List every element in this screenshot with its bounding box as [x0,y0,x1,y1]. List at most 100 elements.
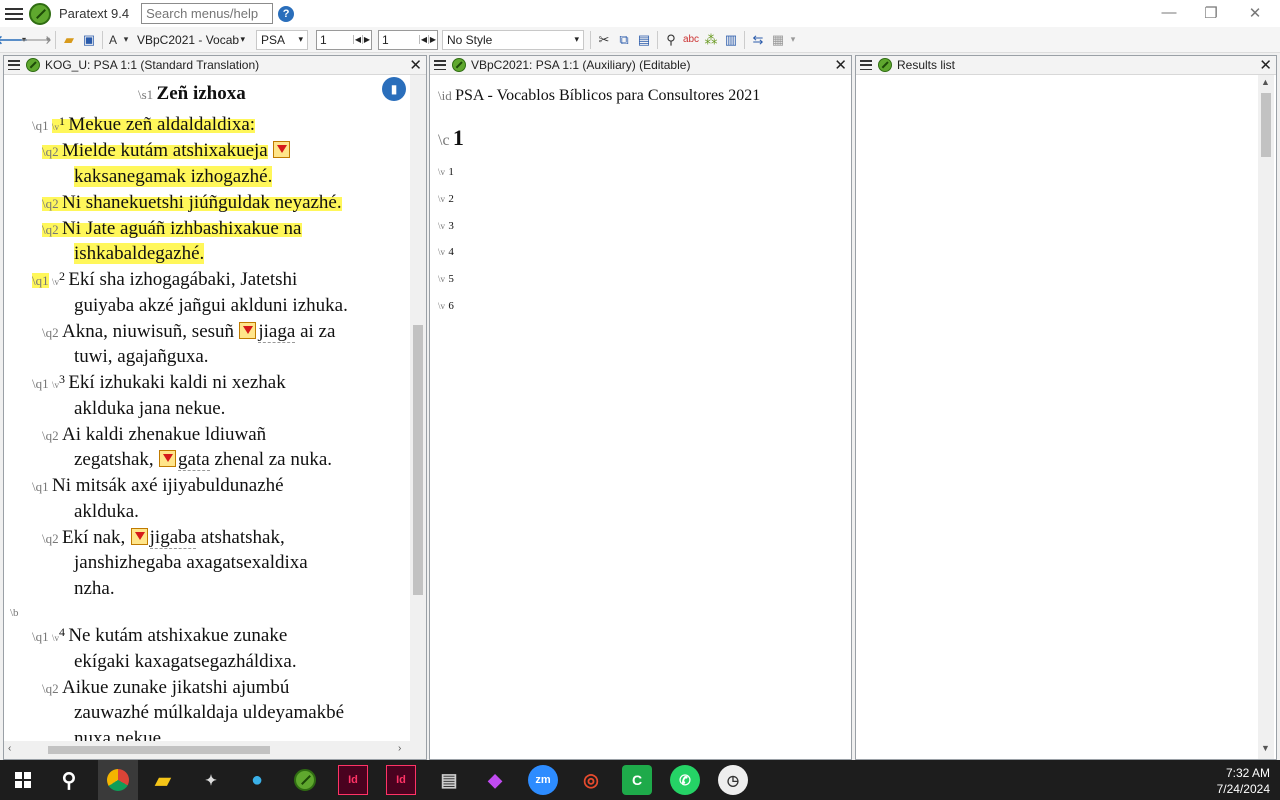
verse-line[interactable]: \q1 \v4 Ne kutám atshixakue zunake [32,625,287,647]
verse-line[interactable]: \v 3 [438,218,454,232]
note-flag-icon[interactable] [159,450,176,467]
verse-line[interactable]: \q2 Aikue zunake jikatshi ajumbú [42,677,289,699]
paratext-taskbar-icon[interactable] [290,765,320,795]
font-button[interactable]: A [106,30,120,50]
verse-line[interactable]: \q2 Ni shanekuetshi jiúñguldak neyazhé. [42,192,342,214]
chapter-line[interactable]: \c 1 [438,125,464,151]
blank-line-marker[interactable]: \b [10,605,19,619]
close-pane-button[interactable]: ✕ [834,56,847,74]
style-selector[interactable]: No Style ▾ [442,29,584,50]
file-explorer-icon[interactable]: ▰ [148,765,178,795]
chart-icon[interactable]: ▮ [382,77,406,101]
verse-line[interactable]: guiyaba akzé jañgui aklduni izhuka. [74,295,348,317]
verse-line[interactable]: \q1 \v2 Ekí sha izhogagábaki, Jatetshi [32,269,297,291]
close-window-button[interactable]: ✕ [1240,4,1270,22]
scrollbar-thumb[interactable] [48,746,270,754]
camtasia-icon[interactable]: C [622,765,652,795]
chapter-next-icon[interactable]: ▶ [362,35,371,44]
chapter-stepper[interactable]: 1 ◀ ▶ [316,29,372,50]
verse-line[interactable]: ekígaki kaxagatsegazháldixa. [74,651,297,673]
close-pane-button[interactable]: ✕ [409,56,422,74]
verse-line[interactable]: \v 5 [438,271,454,285]
font-dropdown-icon[interactable]: ▾ [120,30,132,50]
verse-line[interactable]: \q2 Ekí nak, jigaba atshatshak, [42,527,285,549]
app-icon[interactable]: ◆ [480,765,510,795]
verse-line[interactable]: \v 4 [438,244,454,258]
verse-line[interactable]: \q2 Akna, niuwisuñ, sesuñ jiaga ai za [42,321,335,343]
verse-stepper[interactable]: 1 ◀ ▶ [378,29,438,50]
book-icon[interactable]: ▤ [434,765,464,795]
verse-line[interactable]: \q2 Ai kaldi zhenakue ldiuwañ [42,424,266,446]
system-clock[interactable]: 7:32 AM 7/24/2024 [1217,765,1270,797]
note-flag-icon[interactable] [239,322,257,339]
verse-line[interactable]: \q1 \v1 Mekue zeñ aldaldaldixa: [32,114,256,136]
parallel-view-icon[interactable]: ▥ [721,32,741,48]
app-icon[interactable]: ✦ [196,765,226,795]
indesign-icon[interactable]: Id [338,765,368,795]
search-menus-input[interactable] [141,3,274,24]
forward-dropdown-icon[interactable]: ▾ [44,30,52,50]
pane-menu-icon[interactable] [8,60,20,70]
verse-line[interactable]: aklduka. [74,501,139,523]
back-icon[interactable]: 🡐 [0,30,28,50]
toolbar-overflow-icon[interactable]: ▾ [788,30,798,50]
note-flag-icon[interactable] [273,141,291,158]
verse-line[interactable]: nzha. [74,578,115,600]
open-folder-icon[interactable]: ▰ [59,32,79,48]
copy-icon[interactable]: ⧉ [614,32,634,48]
search-icon[interactable]: ⚲ [54,765,84,795]
chapter-prev-icon[interactable]: ◀ [353,35,362,44]
book-selector[interactable]: PSA ▾ [256,29,308,50]
checks-icon[interactable]: ⁂ [701,32,721,48]
note-flag-icon[interactable] [130,528,148,545]
edge-icon[interactable]: ● [242,765,272,795]
verse-line[interactable]: nuxa nekue. [74,728,166,741]
scrollbar-thumb[interactable] [413,325,423,595]
zoom-icon[interactable]: zm [528,765,558,795]
scroll-down-icon[interactable]: ▼ [1261,743,1270,753]
verse-line[interactable]: janshizhegaba axagatsexaldixa [74,552,308,574]
clock-app-icon[interactable]: ◷ [718,765,748,795]
verse-line[interactable]: zauwazhé múlkaldaja uldeyamakbé [74,702,344,724]
verse-line[interactable]: \v 6 [438,298,454,312]
minimize-button[interactable]: — [1154,4,1184,21]
id-line[interactable]: \id PSA - Vocablos Bíblicos para Consult… [438,87,760,105]
vertical-scrollbar[interactable]: ▲ ▼ [1258,75,1274,759]
verse-line[interactable]: \q2 Ni Jate aguáñ izhbashixakue na [42,218,302,240]
vertical-scrollbar[interactable] [410,75,426,741]
cut-icon[interactable]: ✂ [594,32,614,48]
verse-line[interactable]: ishkabaldegazhé. [74,243,205,265]
horizontal-scrollbar[interactable]: ‹ › [4,741,426,759]
print-icon[interactable]: ▦ [768,32,788,48]
editor-area[interactable]: \id PSA - Vocablos Bíblicos para Consult… [430,75,851,759]
forward-icon[interactable]: 🡒 [20,30,52,50]
verse-line[interactable]: \v 2 [438,191,454,205]
editor-area[interactable]: \s1 Zeñ izhoxa ▮ \q1 \v1 Mekue zeñ aldal… [4,75,426,741]
project-selector[interactable]: VBpC2021 - Vocab ▾ [132,30,250,50]
restore-button[interactable]: ❐ [1196,4,1226,22]
verse-prev-icon[interactable]: ◀ [419,35,428,44]
verse-next-icon[interactable]: ▶ [428,35,437,44]
main-menu-icon[interactable] [3,5,25,23]
verse-line[interactable]: kaksanegamak izhogazhé. [74,166,273,188]
sync-icon[interactable]: ⇆ [748,32,768,48]
verse-line[interactable]: tuwi, agajañguxa. [74,346,209,368]
verse-line[interactable]: \q2 Mielde kutám atshixakueja [42,140,292,162]
verse-line[interactable]: \q1 Ni mitsák axé ijiyabuldunazhé [32,475,284,497]
app-icon[interactable]: ◎ [576,765,606,795]
scroll-up-icon[interactable]: ▲ [1261,77,1270,87]
pane-menu-icon[interactable] [860,60,872,70]
results-area[interactable]: ▲ ▼ [856,75,1276,759]
scrollbar-thumb[interactable] [1261,93,1271,157]
chrome-icon[interactable] [98,760,138,800]
windows-start-icon[interactable] [8,765,38,795]
scroll-left-icon[interactable]: ‹ [8,743,11,754]
verse-line[interactable]: \v 1 [438,164,454,178]
verse-line[interactable]: aklduka jana nekue. [74,398,225,420]
paste-icon[interactable]: ▤ [634,32,654,48]
verse-line[interactable]: \q1 \v3 Ekí izhukaki kaldi ni xezhak [32,372,286,394]
close-pane-button[interactable]: ✕ [1259,56,1272,74]
pane-menu-icon[interactable] [434,60,446,70]
find-icon[interactable]: ⚲ [661,32,681,48]
save-icon[interactable]: ▣ [79,32,99,48]
